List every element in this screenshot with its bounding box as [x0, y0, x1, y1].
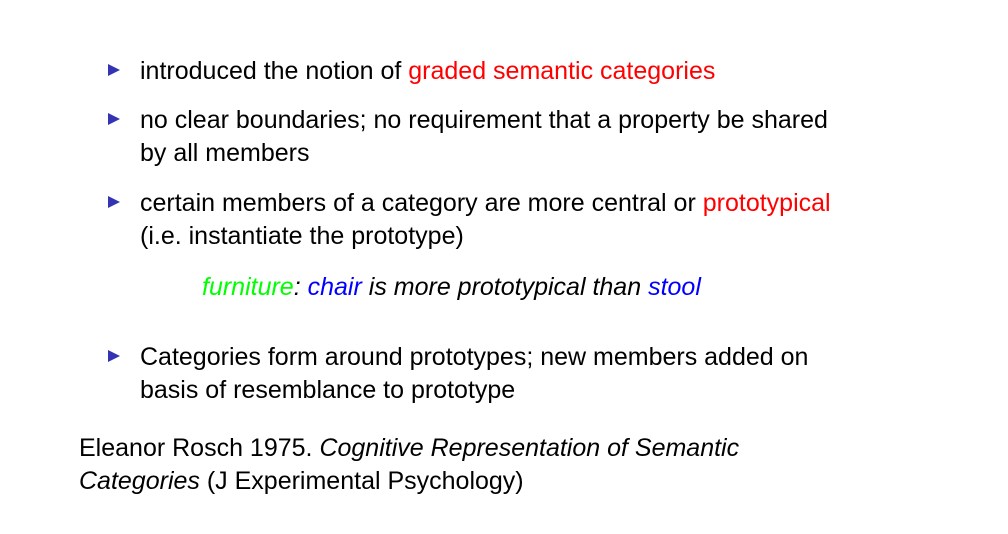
example-member-stool: stool — [648, 273, 701, 301]
bullet-text-line1: Categories form around prototypes; new m… — [140, 343, 809, 371]
bullet-item-prototypical-members: certain members of a category are more c… — [108, 187, 928, 253]
example-middle: is more prototypical than — [361, 273, 649, 301]
bullet-text-plain: introduced the notion of — [140, 57, 409, 85]
bullet-text-line1: no clear boundaries; no requirement that… — [140, 106, 828, 134]
bullet-item-no-clear-boundaries: no clear boundaries; no requirement that… — [108, 104, 928, 170]
bullet-text-plain: certain members of a category are more c… — [140, 189, 703, 217]
reference-citation: Eleanor Rosch 1975. Cognitive Representa… — [79, 432, 879, 498]
bullet-item-categories-form: Categories form around prototypes; new m… — [108, 341, 928, 407]
reference-line1: Eleanor Rosch 1975. Cognitive Representa… — [79, 432, 879, 465]
reference-line2: Categories (J Experimental Psychology) — [79, 465, 879, 498]
reference-author-year: Eleanor Rosch 1975. — [79, 434, 320, 462]
example-sentence: furniture: chair is more prototypical th… — [202, 271, 701, 304]
example-category: furniture — [202, 273, 294, 301]
example-member-chair: chair — [307, 273, 362, 301]
example-colon: : — [293, 273, 308, 301]
reference-venue: (J Experimental Psychology) — [199, 467, 524, 495]
bullet-item-graded-categories: introduced the notion of graded semantic… — [108, 55, 928, 88]
reference-title-part1: Cognitive Representation of Semantic — [319, 434, 740, 462]
triangle-right-icon — [108, 64, 120, 76]
bullet-text: introduced the notion of graded semantic… — [140, 55, 928, 88]
bullet-text-line2: basis of resemblance to prototype — [140, 376, 516, 404]
highlight-term: graded semantic categories — [408, 57, 716, 85]
bullet-text: certain members of a category are more c… — [140, 187, 928, 253]
reference-title-part2: Categories — [79, 467, 200, 495]
bullet-text: Categories form around prototypes; new m… — [140, 341, 928, 407]
bullet-text: no clear boundaries; no requirement that… — [140, 104, 928, 170]
bullet-text-line2: (i.e. instantiate the prototype) — [140, 222, 464, 250]
bullet-text-line2: by all members — [140, 139, 310, 167]
highlight-term: prototypical — [702, 189, 831, 217]
triangle-right-icon — [108, 350, 120, 362]
triangle-right-icon — [108, 113, 120, 125]
slide: introduced the notion of graded semantic… — [0, 0, 1008, 534]
triangle-right-icon — [108, 196, 120, 208]
